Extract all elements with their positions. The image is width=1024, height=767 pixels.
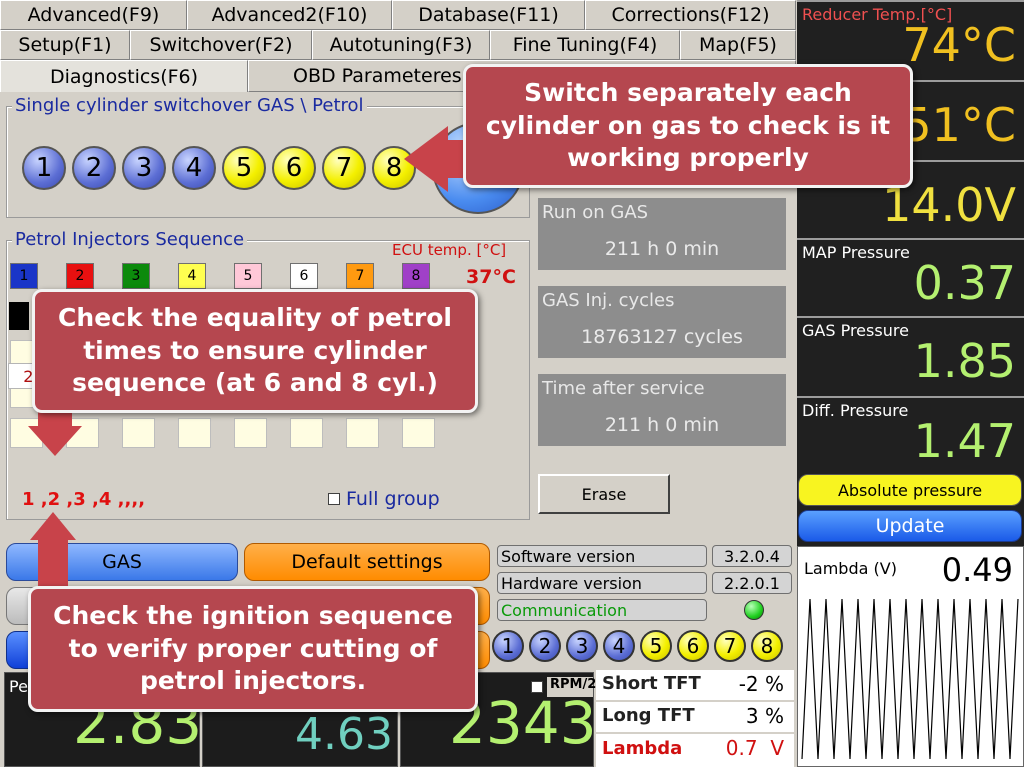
- up-pointing-arrow-icon: [30, 512, 76, 594]
- callout-petrol-equality: Check the equality of petrol times to en…: [32, 289, 478, 413]
- left-pointing-arrow-icon: [404, 126, 472, 192]
- down-pointing-arrow-icon: [28, 408, 82, 456]
- callout-ignition-sequence: Check the ignition sequence to verify pr…: [28, 586, 478, 712]
- callout-switch-cylinders: Switch separately each cylinder on gas t…: [463, 64, 913, 188]
